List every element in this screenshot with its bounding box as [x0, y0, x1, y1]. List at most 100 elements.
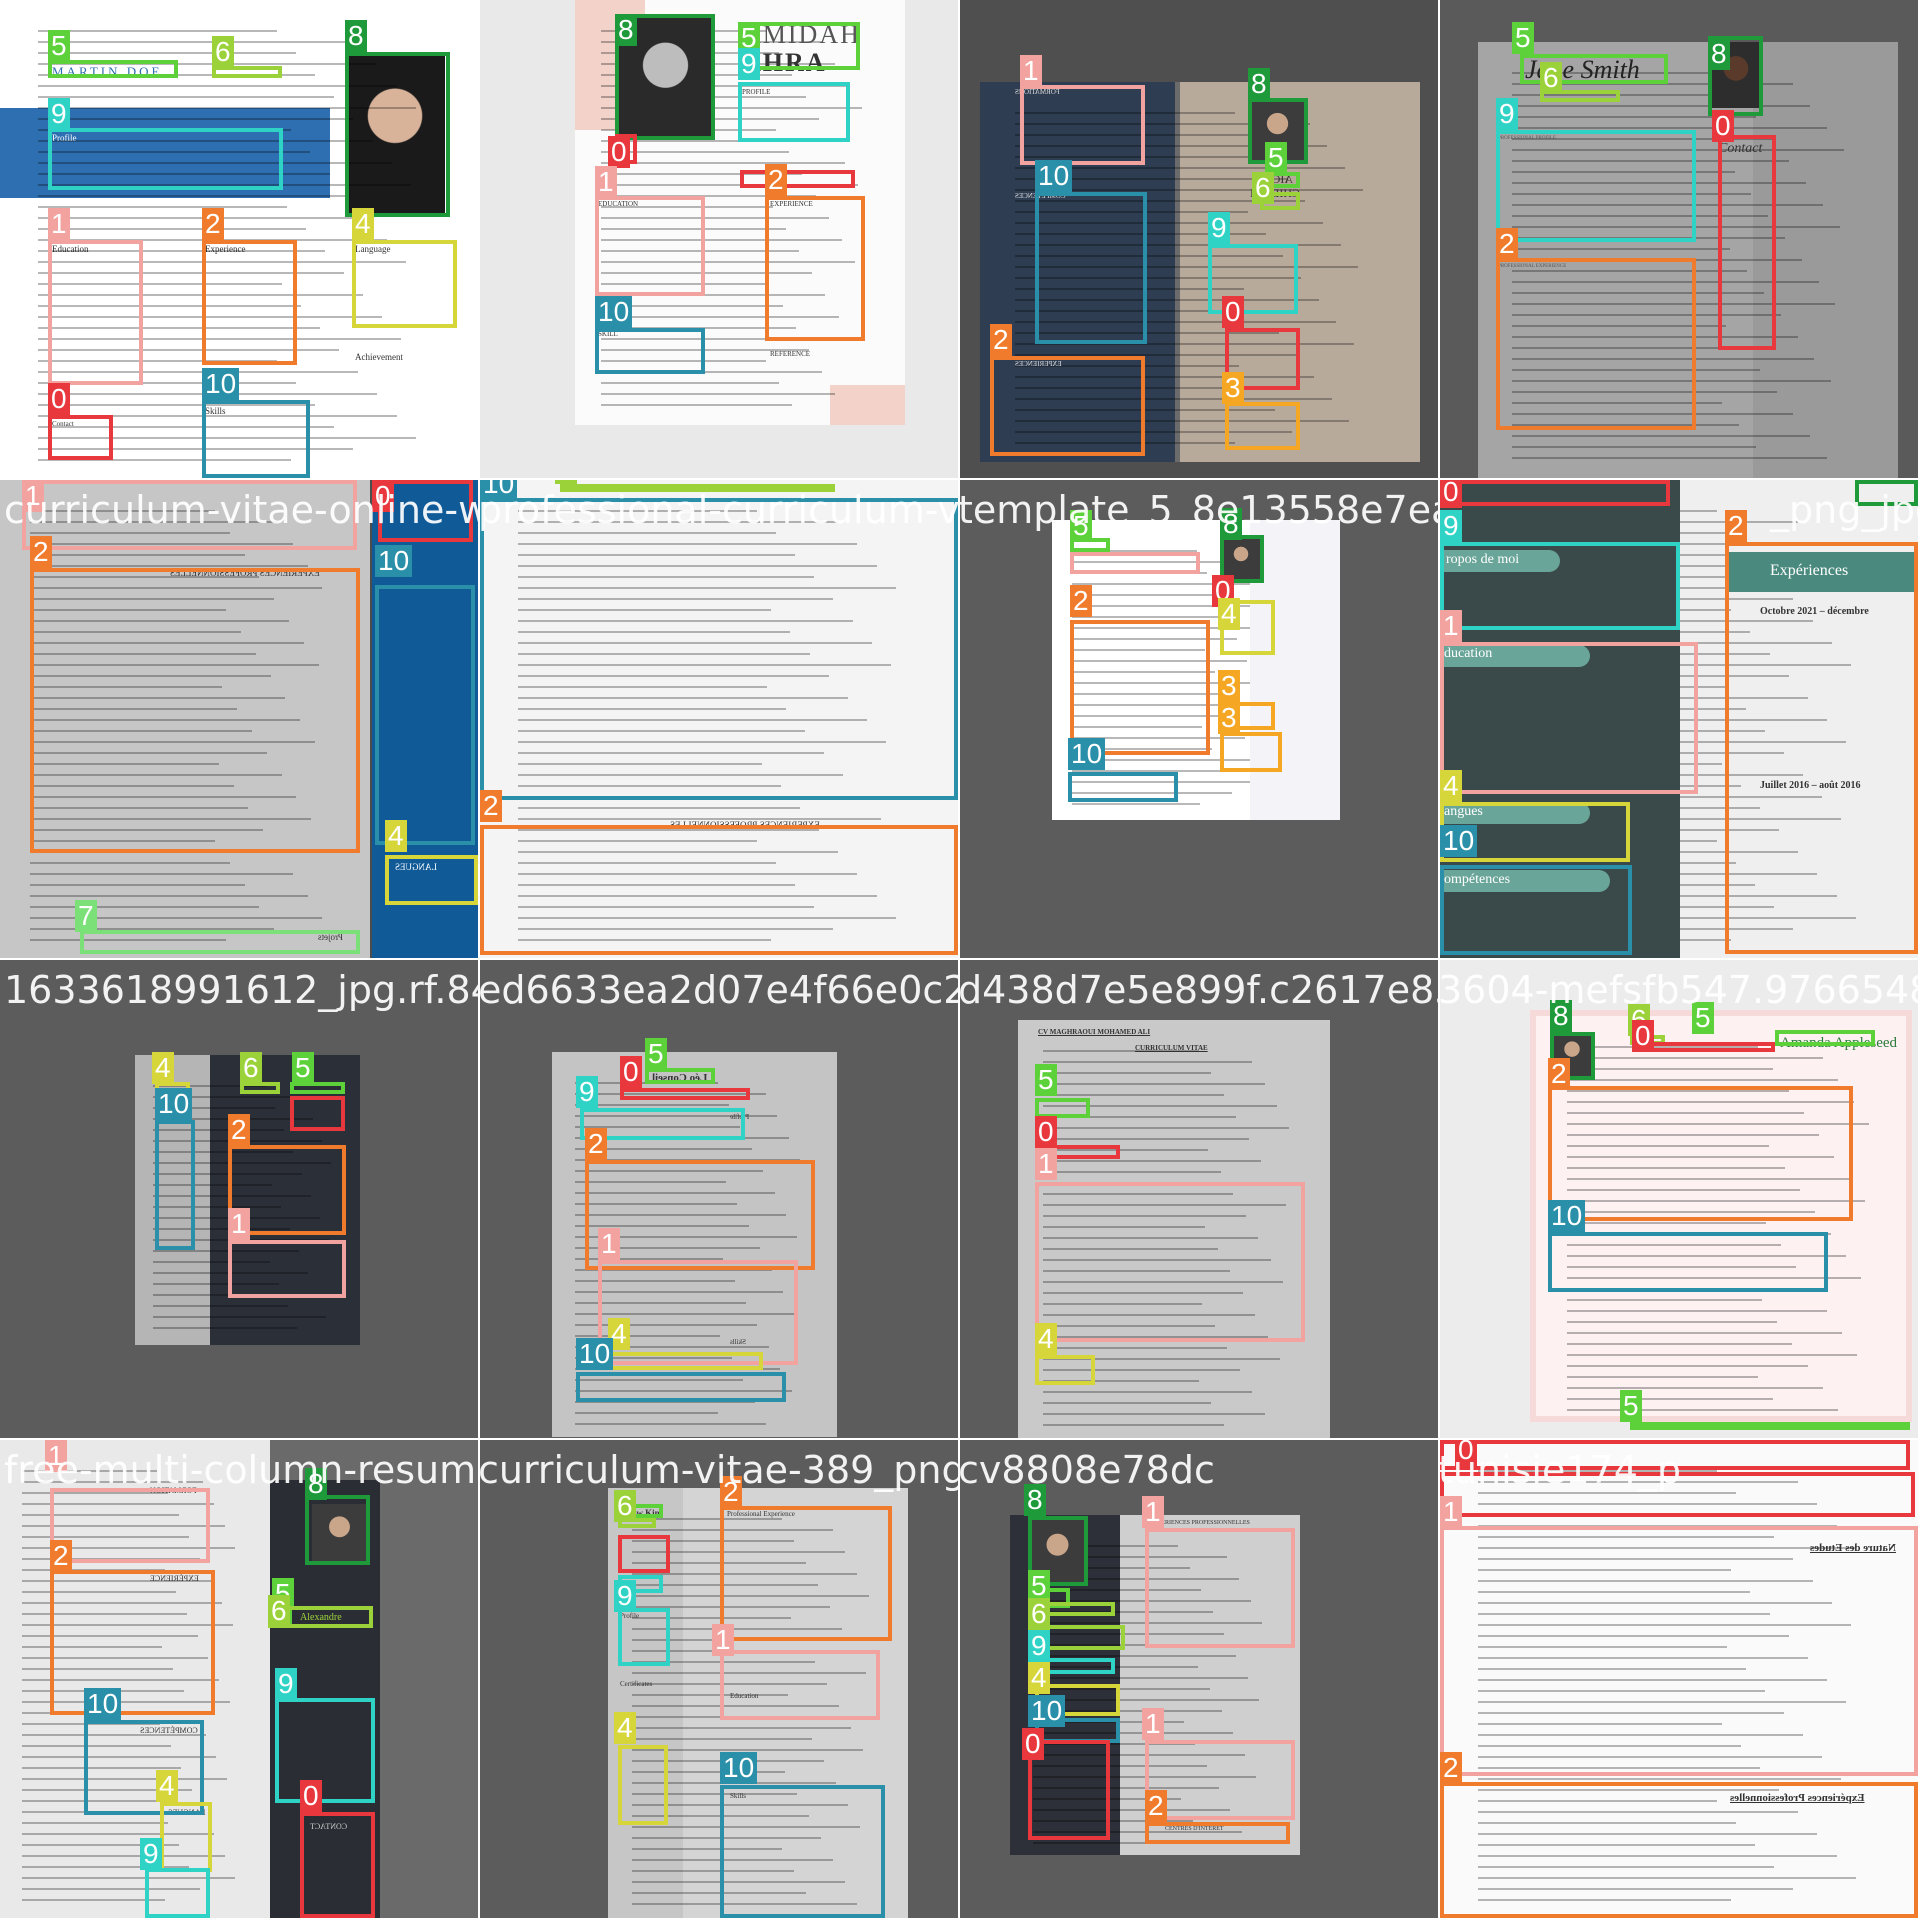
detection-box [1020, 85, 1145, 165]
detection-label: 1 [595, 166, 617, 198]
detection-label: 0 [620, 1056, 642, 1088]
resume-section: Certificates [620, 1680, 653, 1688]
text-line [1512, 457, 1827, 459]
detection-box [48, 240, 143, 385]
detection-box [1718, 135, 1776, 350]
mosaic-tile: Amanda Appleseed 8 6 0 5 2 10 5 3604-mef… [1440, 960, 1918, 1438]
detection-label: 6 [555, 480, 577, 484]
detection-box [1496, 130, 1696, 242]
detection-label: 1 [228, 1208, 250, 1240]
text-line [1512, 446, 1756, 448]
detection-label: 1 [598, 1228, 620, 1260]
detection-label: 2 [1496, 228, 1518, 260]
detection-label: 6 [268, 1595, 290, 1627]
detection-box [1440, 542, 1680, 630]
text-line [1478, 1778, 1841, 1780]
text-line [1512, 105, 1810, 107]
detection-label: 2 [1070, 585, 1092, 617]
detection-label: 9 [738, 48, 760, 80]
text-line [1567, 1387, 1823, 1389]
detection-label: 9 [1440, 510, 1462, 542]
detection-box [290, 1096, 345, 1131]
text-line [1072, 803, 1200, 805]
detection-label: 4 [1440, 770, 1462, 802]
detection-box [1035, 1098, 1090, 1118]
text-line [1043, 1061, 1252, 1063]
detection-box [345, 52, 450, 217]
detection-box [1068, 772, 1178, 802]
mosaic-tile: EXPERIENCES PROFESSIONNELLES LANGUES Pro… [0, 480, 478, 958]
detection-box [1220, 732, 1282, 772]
detection-label: 9 [275, 1668, 297, 1700]
text-line [1567, 1068, 1773, 1070]
detection-box [30, 568, 360, 853]
detection-label: 10 [576, 1338, 614, 1370]
text-line [1512, 127, 1827, 129]
text-line [601, 404, 792, 406]
detection-label: 4 [385, 820, 407, 852]
detection-label: 1 [1440, 610, 1462, 642]
text-line [153, 1305, 288, 1307]
detection-box [1035, 1355, 1095, 1385]
detection-box [1548, 1232, 1828, 1292]
detection-label: 1 [712, 1624, 734, 1656]
detection-label: 2 [30, 536, 52, 568]
detection-label: 10 [595, 296, 633, 328]
text-line [575, 1104, 729, 1106]
text-line [601, 162, 845, 164]
detection-box [1440, 480, 1670, 506]
detection-box [618, 1535, 670, 1573]
file-name-label: free-multi-column-resume-tem [4, 1448, 478, 1492]
file-name-label: curriculum-vitae-389_png_jpg [480, 1448, 958, 1492]
detection-box [385, 855, 478, 905]
detection-label: 0 [300, 1780, 322, 1812]
detection-box [618, 1745, 668, 1825]
detection-box [765, 196, 865, 341]
text-line [1567, 1343, 1792, 1345]
detection-box [375, 585, 475, 845]
text-line [1567, 1299, 1762, 1301]
mosaic-tile: AMIDAH AHRA PROFILE EDUCATION EXPERIENCE… [480, 0, 958, 478]
detection-label: 4 [352, 208, 374, 240]
file-name-label: 3604-mefsfb547.9766548ca [1440, 968, 1918, 1012]
text-line [1033, 1677, 1248, 1679]
detection-label: 3 [1218, 702, 1240, 734]
text-line [1043, 1402, 1211, 1404]
resume-title: CV MAGHRAOUI MOHAMED ALI [1038, 1028, 1151, 1036]
detection-label: 2 [1145, 1790, 1167, 1822]
detection-box [618, 1608, 670, 1666]
detection-box [48, 60, 178, 78]
detection-box [84, 1720, 204, 1815]
detection-box [595, 328, 705, 374]
detection-label: 1 [1035, 1148, 1057, 1180]
detection-box [1070, 620, 1210, 755]
text-line [153, 1316, 326, 1318]
detection-label: 9 [140, 1838, 162, 1870]
detection-box [1225, 402, 1300, 450]
file-name-label: ed6633ea2d07e4f66e0c261 [480, 968, 958, 1012]
text-line [38, 85, 397, 87]
text-line [38, 30, 277, 32]
detection-label: 6 [240, 1052, 262, 1084]
detection-label: 2 [585, 1128, 607, 1160]
text-line [1567, 1398, 1773, 1400]
detection-box [300, 1812, 375, 1918]
resume-section: EXPERIENCES PROFESSIONNELLES [1150, 1520, 1250, 1526]
detection-label: 4 [1028, 1662, 1050, 1694]
detection-label: 6 [614, 1490, 636, 1522]
detection-box [352, 240, 457, 328]
detection-box [48, 415, 113, 460]
file-name-label: professional-curriculum-vitae- [480, 488, 958, 532]
mosaic-tile: CV MAGHRAOUI MOHAMED ALI CURRICULUM VITA… [960, 960, 1438, 1438]
detection-box [720, 1650, 880, 1720]
detection-label: 5 [1512, 22, 1534, 54]
detection-label: 10 [155, 1088, 193, 1120]
text-line [38, 195, 349, 197]
text-line [601, 382, 779, 384]
detection-label: 2 [480, 790, 502, 822]
mosaic-tile: EXPERIENCES PROFESSIONNELLES CENTRES D'I… [960, 1440, 1438, 1918]
text-line [1567, 1310, 1827, 1312]
text-line [38, 118, 353, 120]
text-line [1512, 435, 1810, 437]
file-name-label: curriculum-vitae-online-with- [4, 488, 478, 532]
